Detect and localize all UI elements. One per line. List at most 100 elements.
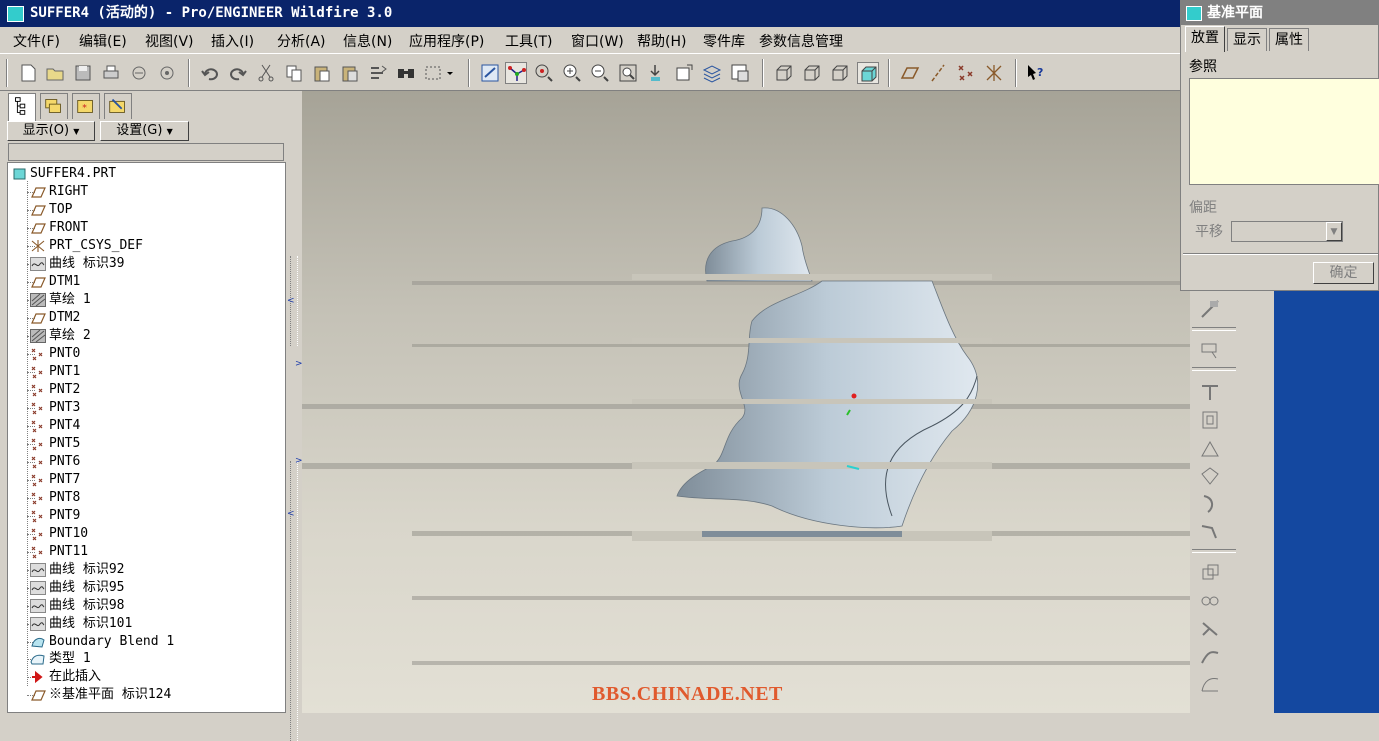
tree-item-label: 曲线 标识98: [49, 597, 125, 613]
copy-icon[interactable]: [283, 62, 305, 84]
redo-icon[interactable]: [227, 62, 249, 84]
collapse-left-icon[interactable]: <: [287, 509, 295, 519]
menu-view[interactable]: 视图(V): [145, 31, 194, 51]
tab-properties[interactable]: 属性: [1269, 28, 1309, 51]
tree-item-label: 曲线 标识95: [49, 579, 125, 595]
tree-item-label: PNT4: [49, 417, 81, 433]
window-title-bar[interactable]: SUFFER4 (活动的) - Pro/ENGINEER Wildfire 3.…: [0, 0, 1180, 27]
settings-dropdown[interactable]: 设置(G) ▼: [100, 121, 189, 141]
send-icon[interactable]: [128, 62, 150, 84]
shading-icon[interactable]: [857, 62, 879, 84]
hidden-line-icon[interactable]: [801, 62, 823, 84]
menu-window[interactable]: 窗口(W): [571, 31, 624, 51]
paste-special-icon[interactable]: [339, 62, 361, 84]
datum-planes-icon[interactable]: [899, 62, 921, 84]
tab-display[interactable]: 显示: [1227, 28, 1267, 51]
dialog-separator: [1183, 253, 1378, 255]
connections-tab[interactable]: [104, 93, 132, 119]
sketch-tool-icon[interactable]: [1198, 338, 1224, 362]
mirror-tool-icon[interactable]: [1198, 617, 1224, 641]
menu-help[interactable]: 帮助(H): [637, 31, 686, 51]
tab-placement[interactable]: 放置: [1185, 26, 1225, 52]
boundary-blend-surface[interactable]: [632, 196, 992, 546]
regenerate-icon[interactable]: [367, 62, 389, 84]
datum-plane-icon: [30, 311, 46, 325]
zoom-in-icon[interactable]: [561, 62, 583, 84]
no-hidden-icon[interactable]: [829, 62, 851, 84]
print-icon[interactable]: [100, 62, 122, 84]
panel-splitter[interactable]: < > > <: [286, 91, 303, 741]
model-tree-tab[interactable]: [8, 93, 36, 121]
save-icon[interactable]: [72, 62, 94, 84]
layers-icon[interactable]: [701, 62, 723, 84]
toolbar-separator: [468, 59, 470, 87]
references-collector[interactable]: [1189, 78, 1379, 185]
wireframe-icon[interactable]: [773, 62, 795, 84]
orient-icon[interactable]: [533, 62, 555, 84]
undo-icon[interactable]: [199, 62, 221, 84]
extrude-tool-icon[interactable]: [1198, 380, 1224, 404]
context-help-icon[interactable]: ?: [1024, 62, 1046, 84]
tree-item-label: 曲线 标识92: [49, 561, 125, 577]
cut-icon[interactable]: [255, 62, 277, 84]
graphics-artifact-band: [412, 661, 1190, 665]
curve-icon: [30, 598, 46, 613]
open-icon[interactable]: [44, 62, 66, 84]
offset-label: 偏距: [1189, 200, 1217, 216]
saved-views-icon[interactable]: [673, 62, 695, 84]
email-icon[interactable]: [156, 62, 178, 84]
hole-tool-icon[interactable]: [1198, 408, 1224, 432]
boundary-blend-icon: [30, 635, 46, 649]
menu-tools[interactable]: 工具(T): [505, 31, 552, 51]
trim-tool-icon[interactable]: [1198, 673, 1224, 697]
menu-edit[interactable]: 编辑(E): [79, 31, 127, 51]
proe-app-icon: [7, 6, 24, 22]
new-icon[interactable]: [17, 62, 39, 84]
favorites-tab[interactable]: *: [72, 93, 100, 119]
csys-icon: [30, 239, 46, 253]
menu-file[interactable]: 文件(F): [13, 31, 60, 51]
tree-item-label: PNT9: [49, 507, 81, 523]
menu-analysis[interactable]: 分析(A): [277, 31, 326, 51]
datum-plane-icon: [30, 203, 46, 217]
zoom-out-icon[interactable]: [589, 62, 611, 84]
find-icon[interactable]: [395, 62, 417, 84]
curve-icon: [30, 580, 46, 595]
rib-tool-icon[interactable]: [1198, 464, 1224, 488]
pattern-tool-icon[interactable]: [1198, 589, 1224, 613]
datum-point-icon: [30, 401, 46, 415]
dialog-title-bar[interactable]: 基准平面: [1181, 1, 1378, 25]
refit-icon[interactable]: [617, 62, 639, 84]
datum-axes-icon[interactable]: [927, 62, 949, 84]
tree-connector-line: [27, 181, 28, 686]
repaint-icon[interactable]: [479, 62, 501, 84]
datum-axis-tool-icon[interactable]: [1198, 297, 1224, 321]
menu-info[interactable]: 信息(N): [343, 31, 392, 51]
draft-tool-icon[interactable]: [1198, 492, 1224, 516]
merge-tool-icon[interactable]: [1198, 645, 1224, 669]
coordinate-systems-icon[interactable]: [983, 62, 1005, 84]
datum-point-icon: [30, 347, 46, 361]
round-tool-icon[interactable]: [1198, 520, 1224, 544]
menu-part-library[interactable]: 零件库: [703, 31, 745, 51]
curve-icon: [30, 562, 46, 577]
layer-tree-tab[interactable]: [40, 93, 68, 119]
datum-points-icon[interactable]: [955, 62, 977, 84]
tree-filter-bar[interactable]: [8, 143, 284, 161]
show-dropdown[interactable]: 显示(O) ▼: [7, 121, 95, 141]
reorient-icon[interactable]: [645, 62, 667, 84]
menu-applications[interactable]: 应用程序(P): [409, 31, 484, 51]
spin-center-icon[interactable]: [505, 62, 527, 84]
datum-point-icon: [30, 527, 46, 541]
menu-insert[interactable]: 插入(I): [211, 31, 254, 51]
select-box-icon[interactable]: [423, 62, 455, 84]
chamfer-tool-icon[interactable]: [1198, 561, 1224, 585]
view-manager-icon[interactable]: [729, 62, 751, 84]
menu-parameter-management[interactable]: 参数信息管理: [759, 31, 843, 51]
toolbar-separator: [1192, 549, 1236, 553]
paste-icon[interactable]: [311, 62, 333, 84]
shell-tool-icon[interactable]: [1198, 436, 1224, 460]
graphics-window[interactable]: BBS.CHINADE.NET: [302, 91, 1190, 713]
collapse-left-icon[interactable]: <: [287, 296, 295, 306]
datum-plane-dialog: 基准平面 放置 显示 属性 参照 偏距 平移 ▼ 确定: [1180, 0, 1379, 291]
